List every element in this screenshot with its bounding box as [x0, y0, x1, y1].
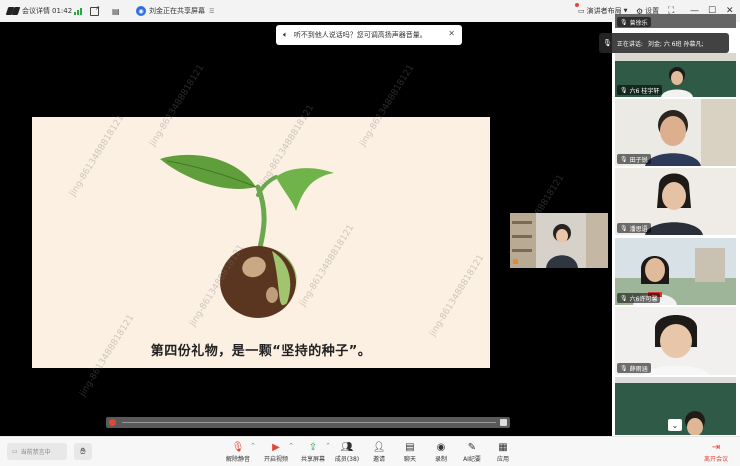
sharing-status-label: 刘金正在共享屏幕: [149, 7, 205, 15]
mic-off-icon: 🎙︎: [620, 155, 628, 163]
apps-icon: ▦: [498, 442, 508, 453]
mic-off-icon: 🎙︎: [620, 224, 628, 232]
volume-tip-banner: 🔈︎ 听不到他人说话吗？您可调高扬声器音量。 ✕: [276, 25, 462, 45]
participant-name-tag: 🎙︎ 六6 桂宇轩: [617, 85, 663, 95]
speaker-icon: 🔈︎: [283, 30, 288, 39]
meeting-details-button[interactable]: 会议详情: [7, 0, 50, 22]
chevron-down-icon[interactable]: ⌄: [668, 419, 682, 431]
sharing-status[interactable]: ◉ 刘金正在共享屏幕 ☰: [136, 0, 214, 22]
screen-share-icon: ◉: [136, 6, 146, 16]
share-control-bar[interactable]: [106, 417, 510, 428]
participant-tile[interactable]: 🎙︎ 六6 桂宇轩: [615, 53, 736, 97]
volume-tip-text: 听不到他人说话吗？您可调高扬声器音量。: [293, 31, 427, 39]
participant-name-tag: 🎙︎ 潘思语: [617, 223, 651, 233]
mic-off-icon: 🎙︎: [620, 18, 628, 26]
unmute-label: 解除静音: [225, 456, 250, 463]
record-label: 录制: [434, 456, 447, 463]
participant-tile[interactable]: 🎙︎ 潘思语: [615, 168, 736, 235]
invite-label: 邀请: [372, 456, 385, 463]
layout-icon: ▭: [575, 3, 585, 15]
chat-muted-field[interactable]: ▭ 当前禁言中: [7, 443, 67, 460]
external-window-icon[interactable]: ↗: [90, 0, 100, 22]
presenter-video-thumbnail[interactable]: [510, 213, 608, 268]
speaking-label: 正在讲话:: [616, 40, 643, 48]
members-label: 成员(38): [334, 456, 360, 463]
presenter-video-frame: [510, 213, 608, 268]
speaking-indicator: 🎙︎ 正在讲话: 刘金; 六 6班 孙慕凡;: [599, 33, 729, 53]
shared-screen-stage: 🔈︎ 听不到他人说话吗？您可调高扬声器音量。 ✕ 第四份礼物，是一颗“坚持的种子…: [0, 22, 612, 463]
participant-name-tag: 🎙︎ 六6许可馨: [617, 293, 661, 303]
leave-meeting-label: 离开会议: [703, 456, 728, 463]
leave-meeting-button[interactable]: ⇥ 离开会议: [696, 441, 736, 463]
participant-name-tag: 🎙︎ 薛雨涵: [617, 363, 651, 373]
shared-content: 第四份礼物，是一颗“坚持的种子”。 jing-8613488818121 jin…: [8, 63, 608, 463]
participant-name-tag: 🎙︎ 田子锐: [617, 154, 651, 164]
mic-off-icon: 🎙︎: [620, 86, 628, 94]
ai-minutes-label: AI纪要: [463, 456, 481, 463]
app-logo-icon: [7, 7, 19, 15]
slide-caption: 第四份礼物，是一颗“坚持的种子”。: [150, 344, 372, 359]
meeting-details-label: 会议详情: [22, 7, 50, 15]
participant-tile[interactable]: 🎙︎ 田子锐: [615, 99, 736, 166]
close-icon[interactable]: ✕: [448, 29, 455, 38]
mic-icon: 🎙︎: [603, 39, 612, 47]
screen-icon: ▭: [12, 448, 18, 455]
share-progress-track: [122, 422, 496, 423]
seedling-illustration: [160, 154, 334, 318]
presentation-slide: 第四份礼物，是一颗“坚持的种子”。: [32, 117, 490, 368]
chat-muted-label: 当前禁言中: [20, 449, 51, 456]
hand-icon: ✋︎: [80, 446, 86, 457]
video-label: 开启视频: [263, 456, 288, 463]
participant-tile[interactable]: 🎙︎ 曾徐乐: [615, 14, 736, 28]
raise-hand-button[interactable]: ✋︎: [74, 443, 92, 460]
participant-tile[interactable]: 🎙︎ 六6许可馨: [615, 238, 736, 305]
record-indicator-icon: [109, 419, 116, 426]
speaking-names: 刘金; 六 6班 孙慕凡;: [647, 40, 704, 48]
mic-off-icon: 🎙︎: [620, 294, 628, 302]
whiteboard-icon[interactable]: ▤: [112, 0, 120, 22]
apps-label: 应用: [496, 456, 509, 463]
chat-label: 聊天: [403, 456, 416, 463]
participant-tile[interactable]: 🎙︎ 薛雨涵: [615, 307, 736, 375]
exit-icon: ⇥: [711, 442, 721, 453]
expand-icon[interactable]: [500, 419, 507, 426]
apps-button[interactable]: ▦ 应用: [483, 441, 523, 463]
network-signal-icon: [74, 0, 82, 22]
participant-name-tag: 🎙︎ 曾徐乐: [617, 17, 651, 27]
chevron-up-icon[interactable]: ^: [251, 443, 255, 449]
mic-off-icon: 🎙︎: [620, 364, 628, 372]
meeting-toolbar: ▭ 当前禁言中 ✋︎ 🎙︎ 解除静音 ^ ▶︎ 开启视频 ^ ⇪ 共享屏幕 ^ …: [0, 436, 740, 466]
list-icon: ☰: [209, 7, 215, 15]
share-screen-label: 共享屏幕: [300, 456, 325, 463]
meeting-duration: 01:42: [52, 7, 73, 15]
